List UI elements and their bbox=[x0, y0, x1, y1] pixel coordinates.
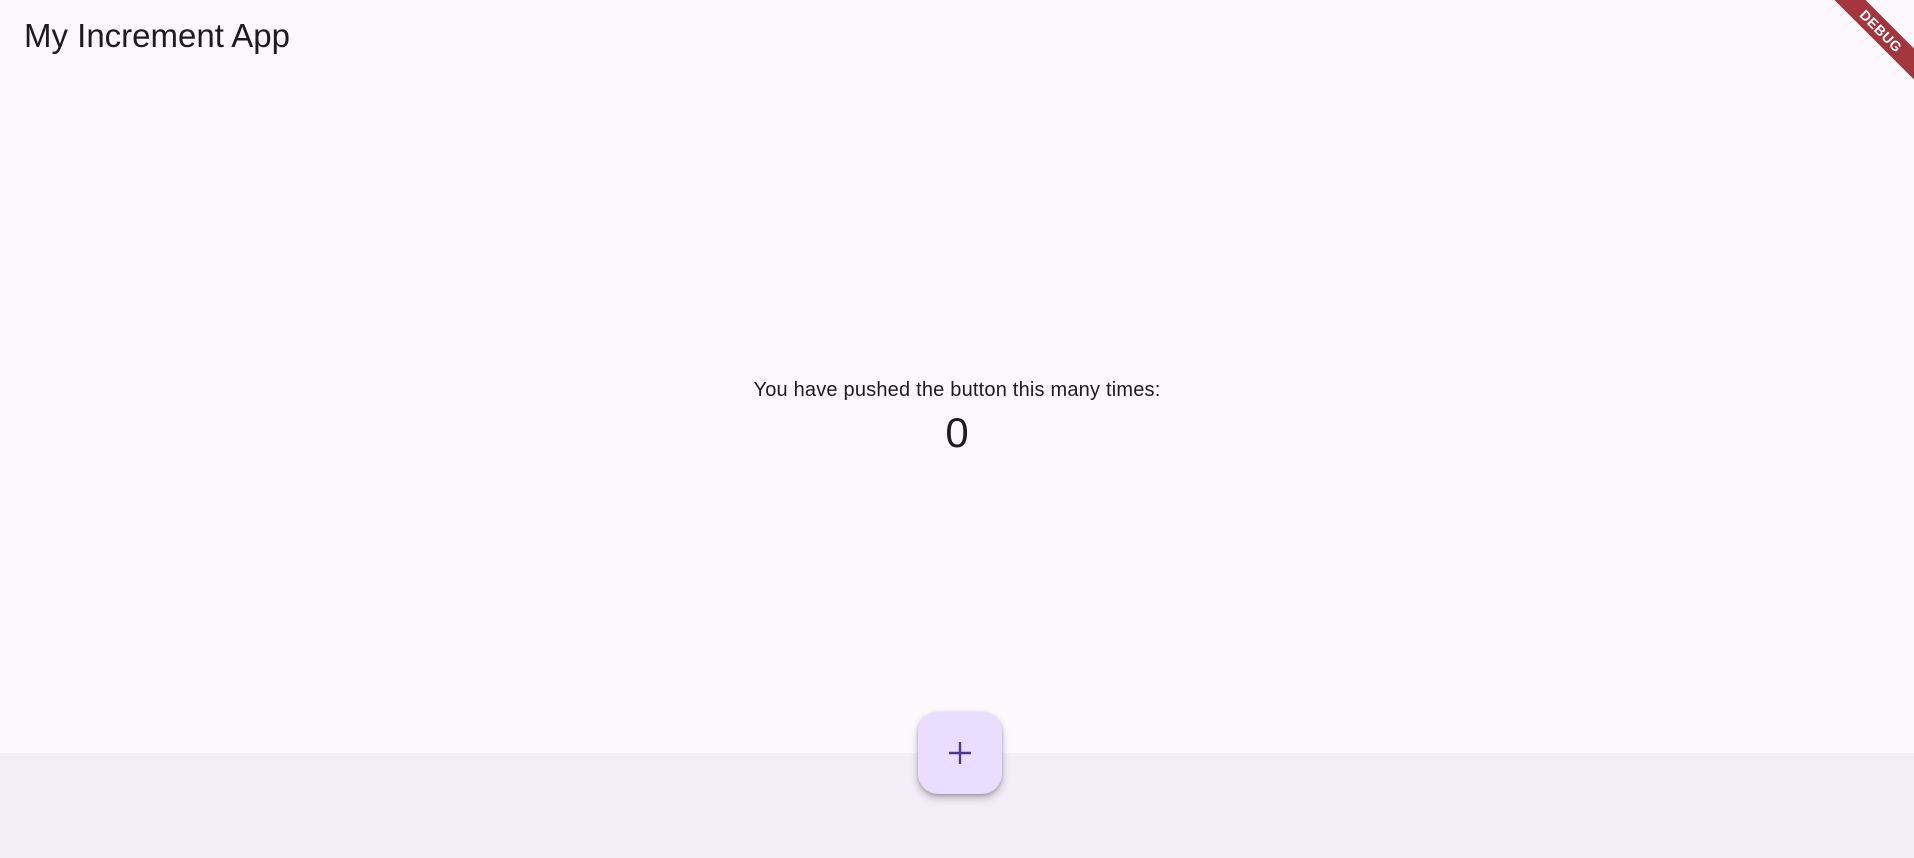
counter-value: 0 bbox=[945, 409, 969, 456]
app-window: My Increment App You have pushed the but… bbox=[0, 0, 1914, 858]
debug-banner: DEBUG bbox=[1834, 0, 1914, 80]
counter-caption: You have pushed the button this many tim… bbox=[753, 379, 1161, 401]
increment-button[interactable] bbox=[918, 712, 1002, 794]
debug-banner-label: DEBUG bbox=[1834, 0, 1914, 80]
counter-block: You have pushed the button this many tim… bbox=[0, 376, 1914, 458]
app-bar: My Increment App bbox=[0, 0, 1914, 76]
plus-icon bbox=[949, 742, 971, 764]
main-content: You have pushed the button this many tim… bbox=[0, 76, 1914, 753]
app-title: My Increment App bbox=[24, 17, 290, 54]
